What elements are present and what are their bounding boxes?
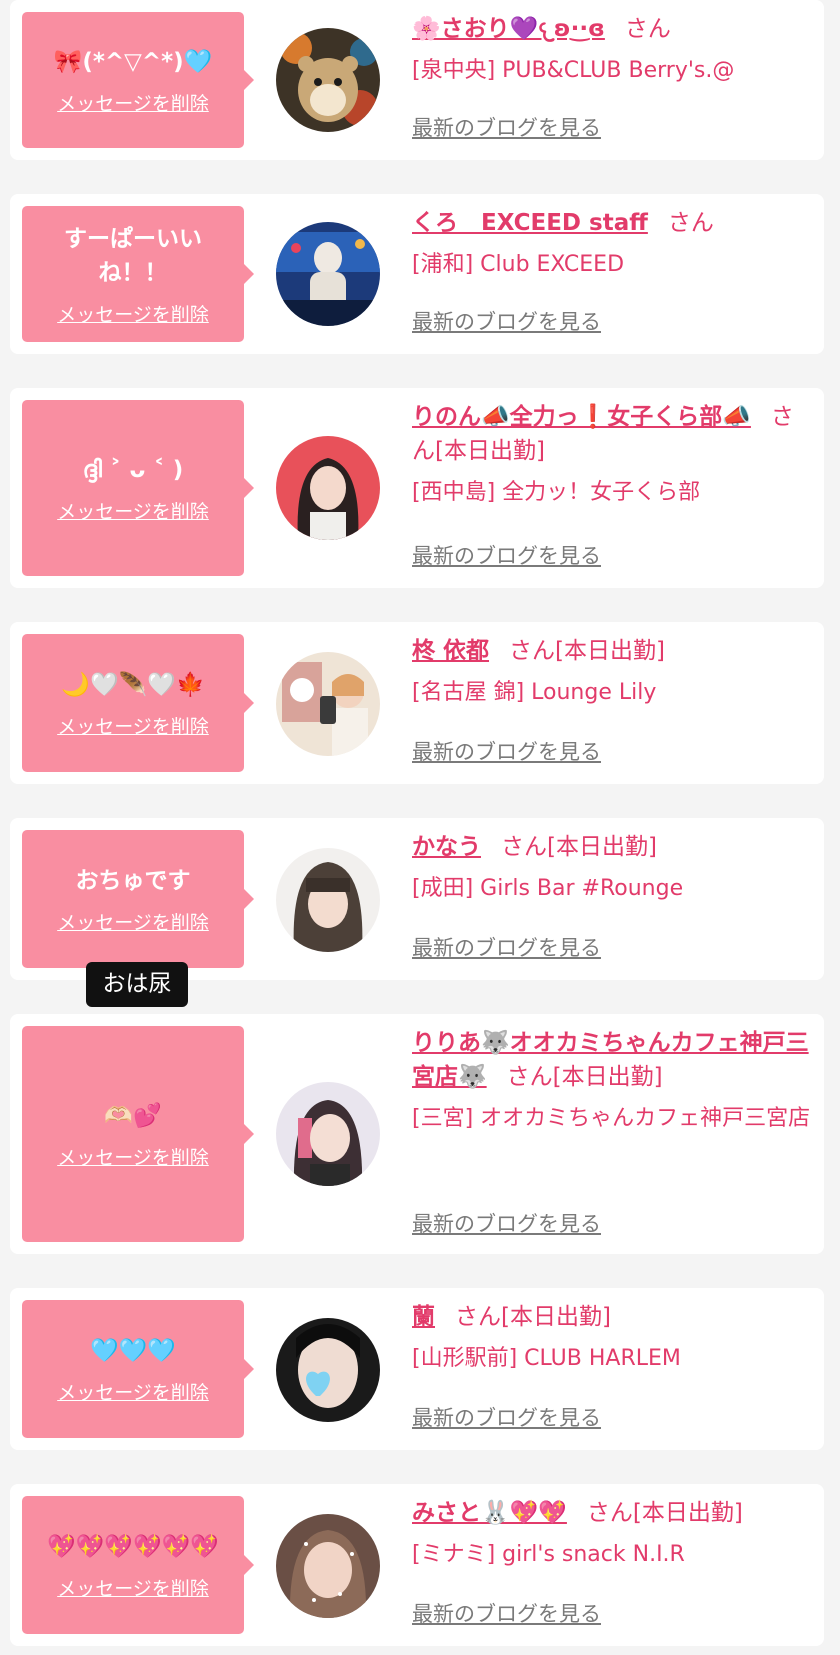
shop-name: [三宮] オオカミちゃんカフェ神戸三宮店 [412,1106,811,1131]
status-badge: [本日出勤] [547,834,657,860]
latest-blog-link[interactable]: 最新のブログを見る [412,112,601,142]
cast-info: 柊 依都 さん[本日出勤] [名古屋 錦] Lounge Lily [412,634,812,710]
honorific: さん [586,1500,633,1526]
message-card: 🎀(*^▽^*)🩵 メッセージを削除 🌸さおり💜𐔌ʚ·͜·ɞ さん [泉中央] P… [10,0,824,160]
shop-name: [成田] Girls Bar #Rounge [412,876,684,901]
avatar[interactable] [276,436,380,540]
tooltip: おは尿 [86,962,188,1007]
delete-message-link[interactable]: メッセージを削除 [57,1574,209,1601]
message-list: 🎀(*^▽^*)🩵 メッセージを削除 🌸さおり💜𐔌ʚ·͜·ɞ さん [泉中央] P… [0,0,840,1655]
mirror-selfie-avatar-icon [276,652,380,756]
latest-blog-link[interactable]: 最新のブログを見る [412,1598,601,1628]
message-card: 💖💖💖💖💖💖 メッセージを削除 みさと🐰💖💖 さん[本日出勤] [ミナミ] gir… [10,1484,824,1646]
message-text: ദ്ദി ˃ ᴗ ˂ ) [82,456,184,483]
status-badge: [本日出勤] [552,1064,663,1090]
status-badge: [本日出勤] [555,638,665,664]
shop-name: [名古屋 錦] Lounge Lily [412,680,657,705]
avatar[interactable] [276,848,380,952]
heart-covered-face-avatar-icon [276,1318,380,1422]
cast-name-link[interactable]: 🌸さおり💜𐔌ʚ·͜·ɞ [412,16,605,42]
hamster-plush-avatar-icon [276,28,380,132]
shop-name: [山形駅前] CLUB HARLEM [412,1346,681,1371]
honorific: さん [455,1304,501,1330]
latest-blog-link[interactable]: 最新のブログを見る [412,306,601,336]
honorific: さん [624,16,671,42]
red-background-girl-avatar-icon [276,436,380,540]
latest-blog-link[interactable]: 最新のブログを見る [412,1402,601,1432]
avatar[interactable] [276,28,380,132]
status-badge: [本日出勤] [632,1500,743,1526]
cast-info: かなう さん[本日出勤] [成田] Girls Bar #Rounge [412,830,812,906]
message-bubble: 🫶🏻💕 メッセージを削除 [22,1026,254,1242]
message-card: おちゅです メッセージを削除 かなう さん[本日出勤] [成田] Girls Ba… [10,818,824,980]
delete-message-link[interactable]: メッセージを削除 [57,1378,209,1405]
honorific: さん [506,1064,553,1090]
latest-blog-link[interactable]: 最新のブログを見る [412,540,601,570]
message-text: 🌙🤍🪶🤍🍁 [61,671,205,698]
status-badge: [本日出勤] [501,1304,611,1330]
avatar[interactable] [276,222,380,326]
aquarium-person-avatar-icon [276,222,380,326]
message-text: すーぱーいいね！！ [64,225,202,286]
cast-info: 蘭さん[本日出勤] [山形駅前] CLUB HARLEM [412,1300,812,1376]
status-badge: [本日出勤] [435,438,545,464]
honorific: さん [509,638,556,664]
message-card: すーぱーいいね！！ メッセージを削除 くろ EXCEED staff さん [浦和… [10,194,824,354]
honorific: さん [667,210,714,236]
message-bubble: すーぱーいいね！！ メッセージを削除 [22,206,254,342]
cast-info: りりあ🐺オオカミちゃんカフェ神戸三宮店🐺 さん[本日出勤] [三宮] オオカミちゃ… [412,1026,812,1136]
cast-name-link[interactable]: かなう [412,834,481,860]
delete-message-link[interactable]: メッセージを削除 [57,712,209,739]
message-text: 🩵🩵🩵 [90,1337,176,1364]
hooded-girl-avatar-icon [276,848,380,952]
message-bubble: 🩵🩵🩵 メッセージを削除 [22,1300,254,1438]
sparkle-girl-avatar-icon [276,1514,380,1618]
delete-message-link[interactable]: メッセージを削除 [57,908,209,935]
message-text: 🫶🏻💕 [104,1102,162,1129]
avatar[interactable] [276,1318,380,1422]
message-bubble: おちゅです メッセージを削除 [22,830,254,968]
cast-info: りのん📣全力っ❗️女子くら部📣 さん[本日出勤] [西中島] 全力ッ！女子くら部 [412,400,812,510]
cast-name-link[interactable]: くろ EXCEED staff [412,210,648,236]
cast-name-link[interactable]: りのん📣全力っ❗️女子くら部📣 [412,404,751,430]
cast-info: みさと🐰💖💖 さん[本日出勤] [ミナミ] girl's snack N.I.R [412,1496,812,1572]
latest-blog-link[interactable]: 最新のブログを見る [412,1208,601,1238]
latest-blog-link[interactable]: 最新のブログを見る [412,736,601,766]
delete-message-link[interactable]: メッセージを削除 [57,1143,209,1170]
wolf-cafe-girl-avatar-icon [276,1082,380,1186]
message-bubble: 💖💖💖💖💖💖 メッセージを削除 [22,1496,254,1634]
message-card: 🫶🏻💕 メッセージを削除 りりあ🐺オオカミちゃんカフェ神戸三宮店🐺 さん[本日出勤… [10,1014,824,1254]
cast-name-link[interactable]: みさと🐰💖💖 [412,1500,567,1526]
message-bubble: ദ്ദി ˃ ᴗ ˂ ) メッセージを削除 [22,400,254,576]
avatar[interactable] [276,652,380,756]
delete-message-link[interactable]: メッセージを削除 [57,89,209,116]
honorific: さん [501,834,547,860]
shop-name: [ミナミ] girl's snack N.I.R [412,1542,685,1567]
shop-name: [西中島] 全力ッ！女子くら部 [412,480,701,505]
message-card: ദ്ദി ˃ ᴗ ˂ ) メッセージを削除 りのん📣全力っ❗️女子くら部📣 さん[… [10,388,824,588]
cast-name-link[interactable]: 蘭 [412,1304,435,1330]
avatar[interactable] [276,1082,380,1186]
cast-name-link[interactable]: 柊 依都 [412,638,489,664]
cast-info: くろ EXCEED staff さん [浦和] Club EXCEED [412,206,812,282]
cast-info: 🌸さおり💜𐔌ʚ·͜·ɞ さん [泉中央] PUB&CLUB Berry's.@ [412,12,812,88]
message-text: おちゅです [75,867,191,894]
shop-name: [泉中央] PUB&CLUB Berry's.@ [412,58,735,83]
message-card: 🌙🤍🪶🤍🍁 メッセージを削除 柊 依都 さん[本日出勤] [名古屋 錦] Loun… [10,622,824,784]
message-bubble: 🎀(*^▽^*)🩵 メッセージを削除 [22,12,254,148]
shop-name: [浦和] Club EXCEED [412,252,625,277]
message-text: 🎀(*^▽^*)🩵 [53,48,213,75]
delete-message-link[interactable]: メッセージを削除 [57,497,209,524]
message-text: 💖💖💖💖💖💖 [47,1533,219,1560]
avatar[interactable] [276,1514,380,1618]
delete-message-link[interactable]: メッセージを削除 [57,300,209,327]
message-bubble: 🌙🤍🪶🤍🍁 メッセージを削除 [22,634,254,772]
message-card: 🩵🩵🩵 メッセージを削除 蘭さん[本日出勤] [山形駅前] CLUB HARLE… [10,1288,824,1450]
latest-blog-link[interactable]: 最新のブログを見る [412,932,601,962]
